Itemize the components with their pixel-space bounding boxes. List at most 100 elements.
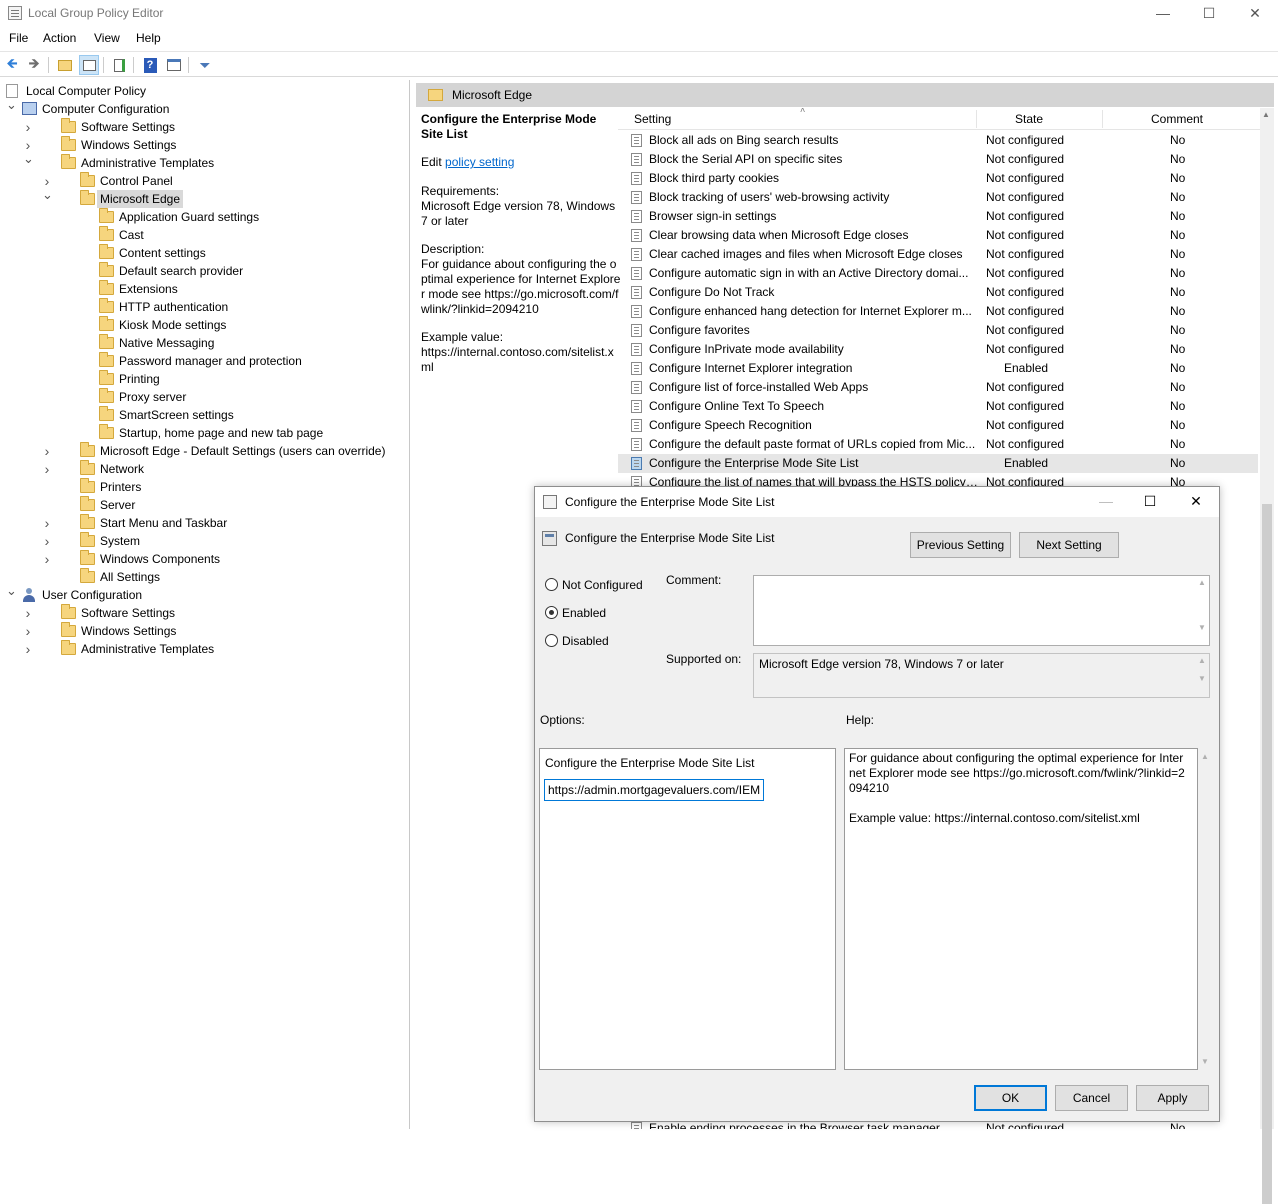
forward-icon[interactable]: 🡺 xyxy=(24,55,44,75)
setting-row[interactable]: Configure the default paste format of UR… xyxy=(618,435,1258,454)
chevron-right-icon[interactable]: › xyxy=(42,460,52,478)
chevron-right-icon[interactable]: › xyxy=(23,640,33,658)
chevron-down-icon[interactable]: ⌄ xyxy=(42,186,53,204)
scrollbar-thumb[interactable] xyxy=(1262,504,1272,1204)
tree-item[interactable]: › Network xyxy=(0,460,408,478)
column-setting[interactable]: Setting xyxy=(634,112,671,126)
properties-icon[interactable] xyxy=(164,55,184,75)
tree-item[interactable]: Extensions xyxy=(0,280,408,298)
tree-item[interactable]: ⌄ User Configuration xyxy=(0,583,408,604)
column-comment[interactable]: Comment xyxy=(1151,112,1203,126)
tree-item[interactable]: HTTP authentication xyxy=(0,298,408,316)
tree-item[interactable]: ⌄ Administrative Templates xyxy=(0,151,408,172)
menu-help[interactable]: Help xyxy=(136,31,161,45)
show-hide-tree-icon[interactable] xyxy=(79,55,99,75)
menu-view[interactable]: View xyxy=(94,31,120,45)
site-list-url-input[interactable]: https://admin.mortgagevaluers.com/IEM xyxy=(544,779,764,801)
chevron-right-icon[interactable]: › xyxy=(23,622,33,640)
setting-row[interactable]: Configure the Enterprise Mode Site List E… xyxy=(618,454,1258,473)
chevron-right-icon[interactable]: › xyxy=(42,442,52,460)
radio-circle[interactable] xyxy=(545,634,558,647)
setting-row[interactable]: Clear browsing data when Microsoft Edge … xyxy=(618,226,1258,245)
tree-item[interactable]: › Software Settings xyxy=(0,118,408,136)
help-scroll-down-icon[interactable]: ▼ xyxy=(1201,1057,1209,1066)
tree-item[interactable]: › Windows Settings xyxy=(0,622,408,640)
tree-item[interactable]: ⌄ Computer Configuration xyxy=(0,97,408,118)
setting-row[interactable]: Configure automatic sign in with an Acti… xyxy=(618,264,1258,283)
chevron-right-icon[interactable]: › xyxy=(23,118,33,136)
setting-row[interactable]: Block the Serial API on specific sites No… xyxy=(618,150,1258,169)
tree-item[interactable]: Proxy server xyxy=(0,388,408,406)
cancel-button[interactable]: Cancel xyxy=(1055,1085,1128,1111)
setting-row[interactable]: Configure list of force-installed Web Ap… xyxy=(618,378,1258,397)
close-button[interactable]: ✕ xyxy=(1232,0,1278,28)
setting-row[interactable]: Configure favorites Not configured No xyxy=(618,321,1258,340)
minimize-button[interactable]: — xyxy=(1140,0,1186,28)
tree-item[interactable]: Content settings xyxy=(0,244,408,262)
setting-row[interactable]: Configure Speech Recognition Not configur… xyxy=(618,416,1258,435)
setting-row[interactable]: Configure Do Not Track Not configured No xyxy=(618,283,1258,302)
chevron-down-icon[interactable]: ⌄ xyxy=(6,96,17,114)
edit-policy-link[interactable]: policy setting xyxy=(445,155,514,169)
filter-icon[interactable]: ⏷ xyxy=(195,55,215,75)
chevron-right-icon[interactable]: › xyxy=(42,514,52,532)
tree-item[interactable]: › Microsoft Edge - Default Settings (user… xyxy=(0,442,408,460)
chevron-right-icon[interactable]: › xyxy=(42,550,52,568)
tree-item[interactable]: › System xyxy=(0,532,408,550)
maximize-button[interactable]: ☐ xyxy=(1186,0,1232,28)
setting-row[interactable]: Clear cached images and files when Micro… xyxy=(618,245,1258,264)
tree-item[interactable]: Local Computer Policy xyxy=(0,82,408,100)
tree-item[interactable]: › Administrative Templates xyxy=(0,640,408,658)
chevron-right-icon[interactable]: › xyxy=(23,604,33,622)
tree-item[interactable]: Printing xyxy=(0,370,408,388)
apply-button[interactable]: Apply xyxy=(1136,1085,1209,1111)
back-icon[interactable]: 🡸 xyxy=(2,55,22,75)
setting-row[interactable]: Block all ads on Bing search results Not … xyxy=(618,131,1258,150)
export-list-icon[interactable] xyxy=(109,55,129,75)
tree-item[interactable]: Default search provider xyxy=(0,262,408,280)
setting-row[interactable]: Configure Internet Explorer integration E… xyxy=(618,359,1258,378)
tree-item[interactable]: › Software Settings xyxy=(0,604,408,622)
setting-row[interactable]: Configure enhanced hang detection for In… xyxy=(618,302,1258,321)
tree-item[interactable]: Printers xyxy=(0,478,408,496)
tree-item[interactable]: Kiosk Mode settings xyxy=(0,316,408,334)
menu-file[interactable]: File xyxy=(9,31,28,45)
ok-button[interactable]: OK xyxy=(974,1085,1047,1111)
tree-item[interactable]: All Settings xyxy=(0,568,408,586)
chevron-right-icon[interactable]: › xyxy=(42,532,52,550)
tree-item[interactable]: › Windows Components xyxy=(0,550,408,568)
setting-row[interactable]: Block tracking of users' web-browsing ac… xyxy=(618,188,1258,207)
tree-item[interactable]: Password manager and protection xyxy=(0,352,408,370)
list-scrollbar[interactable]: ▲ xyxy=(1260,108,1274,1204)
dialog-maximize-button[interactable]: ☐ xyxy=(1127,487,1173,517)
help-paragraph: For guidance about configuring the optim… xyxy=(849,751,1185,795)
tree-item[interactable]: › Start Menu and Taskbar xyxy=(0,514,408,532)
setting-row[interactable]: Browser sign-in settings Not configured No xyxy=(618,207,1258,226)
tree-item[interactable]: Native Messaging xyxy=(0,334,408,352)
tree-item[interactable]: ⌄ Microsoft Edge xyxy=(0,187,408,208)
tree-item[interactable]: Startup, home page and new tab page xyxy=(0,424,408,442)
comment-textarea[interactable]: ▲ ▼ xyxy=(753,575,1210,646)
tree-item[interactable]: › Control Panel xyxy=(0,172,408,190)
chevron-down-icon[interactable]: ⌄ xyxy=(6,582,17,600)
folder-icon xyxy=(99,352,114,367)
setting-row[interactable]: Configure Online Text To Speech Not confi… xyxy=(618,397,1258,416)
setting-row[interactable]: Configure InPrivate mode availability Not… xyxy=(618,340,1258,359)
tree-item[interactable]: Server xyxy=(0,496,408,514)
column-state[interactable]: State xyxy=(1015,112,1043,126)
tree-item[interactable]: Application Guard settings xyxy=(0,208,408,226)
help-icon[interactable]: ? xyxy=(140,55,160,75)
radio-circle[interactable] xyxy=(545,578,558,591)
previous-setting-button[interactable]: Previous Setting xyxy=(910,532,1011,558)
next-setting-button[interactable]: Next Setting xyxy=(1019,532,1119,558)
setting-row[interactable]: Block third party cookies Not configured N… xyxy=(618,169,1258,188)
menu-action[interactable]: Action xyxy=(43,31,76,45)
help-scroll-up-icon[interactable]: ▲ xyxy=(1201,752,1209,761)
tree-item[interactable]: Cast xyxy=(0,226,408,244)
tree-item[interactable]: SmartScreen settings xyxy=(0,406,408,424)
dialog-close-button[interactable]: ✕ xyxy=(1173,487,1219,517)
chevron-down-icon[interactable]: ⌄ xyxy=(23,150,34,168)
tree-item[interactable]: › Windows Settings xyxy=(0,136,408,154)
up-folder-icon[interactable] xyxy=(55,55,75,75)
radio-circle[interactable] xyxy=(545,606,558,619)
